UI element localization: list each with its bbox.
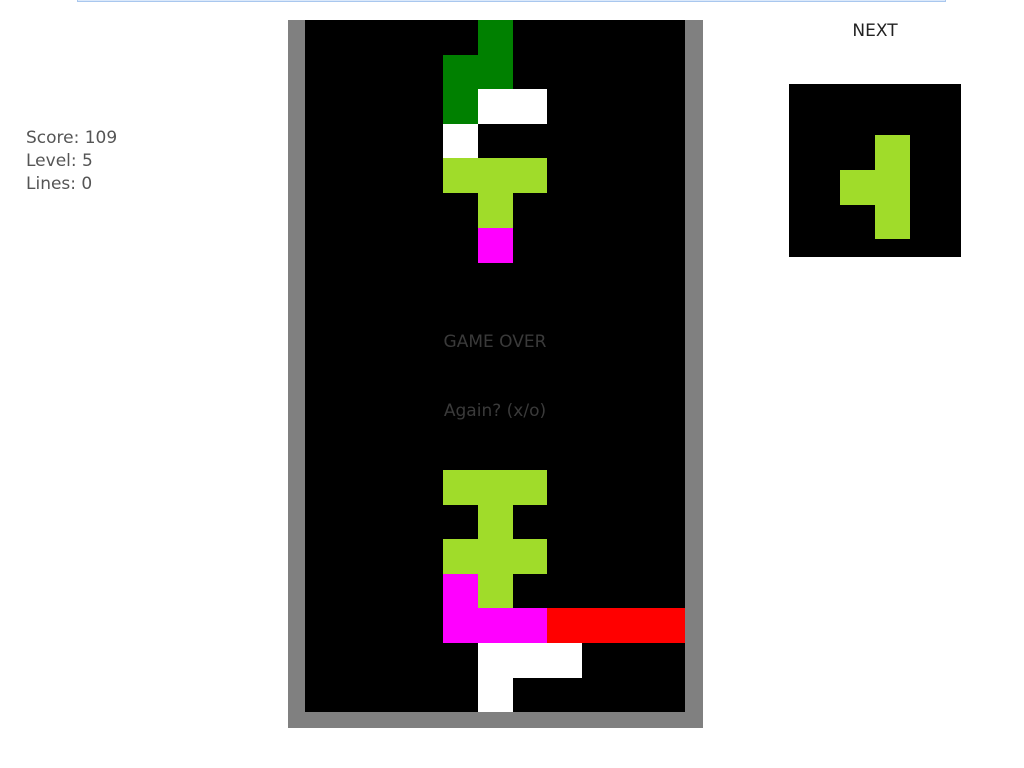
board-cell-red — [546, 608, 582, 644]
board-cell-lime — [443, 539, 479, 574]
board-cell-white — [512, 89, 548, 125]
board-cell-white — [443, 123, 479, 159]
board-cell-magenta — [477, 608, 513, 644]
board-cell-lime — [477, 158, 513, 194]
next-piece-cell — [874, 169, 910, 205]
board-cell-lime — [477, 504, 513, 540]
board-cell-white — [477, 642, 513, 678]
board-cell-lime — [443, 158, 479, 194]
board-cell-white — [477, 677, 513, 713]
board-cell-magenta — [477, 227, 513, 263]
board-cell-red — [650, 608, 686, 644]
board-cell-white — [477, 89, 513, 125]
top-strip — [77, 0, 946, 2]
lines-text: Lines: 0 — [26, 174, 93, 194]
score-text: Score: 109 — [26, 128, 118, 148]
board-cell-white — [512, 642, 548, 678]
board-cell-lime — [477, 573, 513, 609]
next-piece-preview — [789, 84, 961, 257]
board-cell-magenta — [512, 608, 548, 644]
game-board[interactable] — [305, 20, 686, 713]
board-cell-magenta — [443, 573, 479, 609]
board-cell-green — [477, 20, 513, 55]
board-cell-lime — [477, 469, 513, 505]
board-cell-magenta — [443, 608, 479, 644]
next-piece-cell — [874, 135, 910, 170]
board-cell-green — [477, 54, 513, 90]
next-piece-cell — [874, 204, 910, 239]
board-cell-green — [443, 89, 479, 125]
next-piece-cell — [840, 169, 875, 205]
next-label: NEXT — [852, 21, 898, 41]
board-cell-lime — [443, 469, 479, 505]
board-cell-lime — [512, 158, 548, 194]
board-cell-lime — [477, 539, 513, 574]
board-cell-lime — [512, 539, 548, 574]
board-cell-red — [615, 608, 651, 644]
level-text: Level: 5 — [26, 151, 93, 171]
board-cell-green — [443, 54, 479, 90]
game-over-text: GAME OVER — [443, 332, 547, 352]
board-cell-lime — [477, 193, 513, 228]
board-cell-white — [546, 642, 582, 678]
stats-panel: Score: 109 Level: 5 Lines: 0 — [26, 127, 117, 196]
board-cell-lime — [512, 469, 548, 505]
board-cell-red — [581, 608, 617, 644]
play-again-prompt: Again? (x/o) — [443, 401, 547, 421]
